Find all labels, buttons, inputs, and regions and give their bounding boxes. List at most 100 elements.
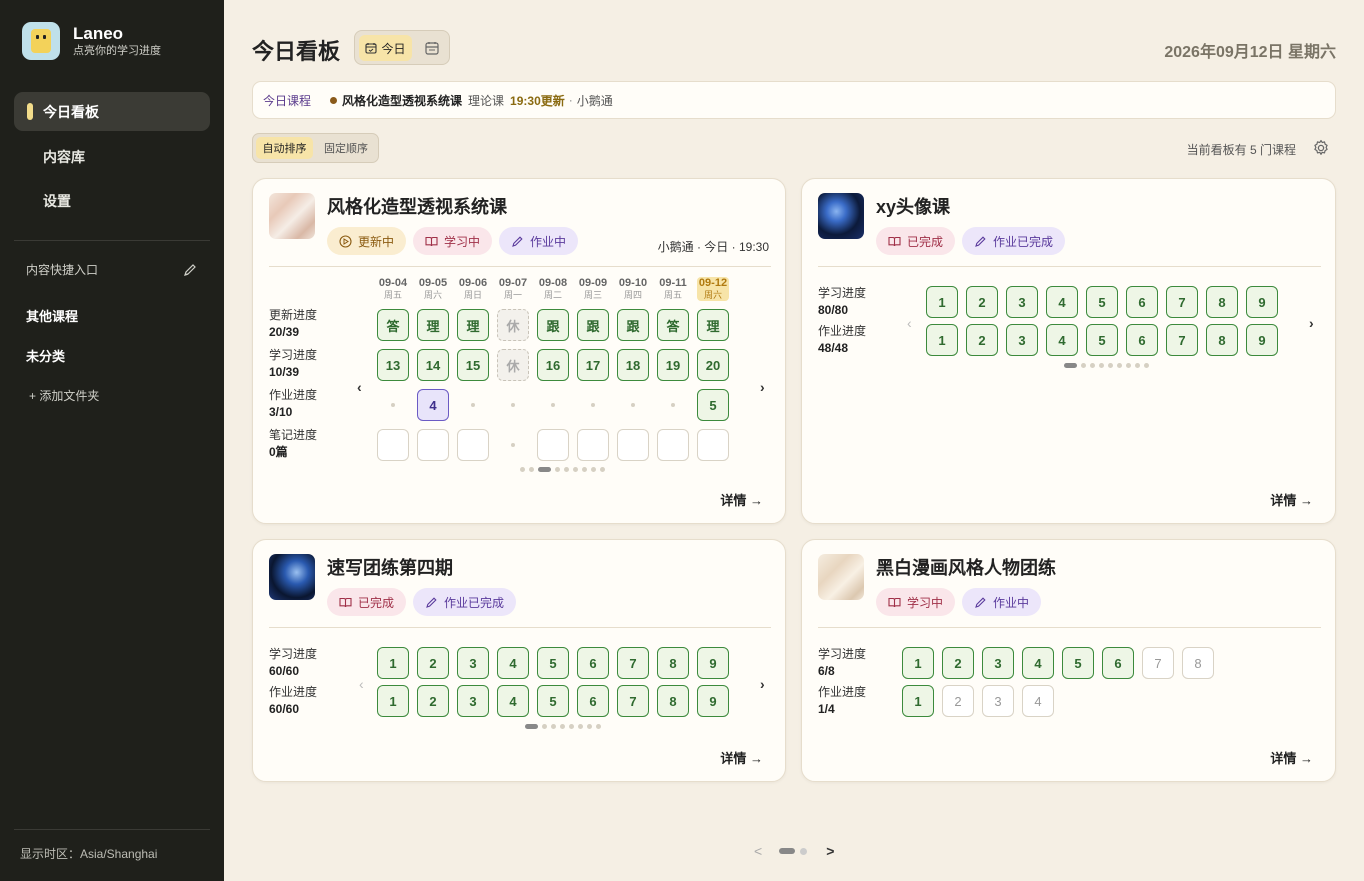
progress-cell[interactable]: 2: [417, 685, 449, 717]
page-dot[interactable]: [542, 724, 547, 729]
progress-cell[interactable]: 4: [497, 685, 529, 717]
progress-cell[interactable]: 8: [1182, 647, 1214, 679]
progress-cell[interactable]: 6: [1126, 324, 1158, 356]
progress-cell[interactable]: 休: [497, 349, 529, 381]
progress-cell[interactable]: [377, 429, 409, 461]
detail-link[interactable]: 详情 →: [720, 490, 763, 509]
page-dot[interactable]: [1126, 363, 1131, 368]
progress-cell[interactable]: 3: [457, 647, 489, 679]
progress-cell[interactable]: 8: [1206, 324, 1238, 356]
page-dot[interactable]: [538, 467, 551, 472]
progress-cell[interactable]: 休: [497, 309, 529, 341]
add-folder-button[interactable]: + 添加文件夹: [29, 387, 99, 404]
page-dot[interactable]: [1064, 363, 1077, 368]
progress-cell[interactable]: 18: [617, 349, 649, 381]
progress-cell[interactable]: 1: [377, 685, 409, 717]
progress-cell[interactable]: 9: [1246, 286, 1278, 318]
progress-cell[interactable]: 6: [1102, 647, 1134, 679]
page-dot[interactable]: [555, 467, 560, 472]
progress-cell[interactable]: 跟: [577, 309, 609, 341]
progress-cell[interactable]: 1: [902, 647, 934, 679]
progress-cell[interactable]: [537, 429, 569, 461]
card-pagination[interactable]: [1064, 363, 1149, 368]
progress-cell[interactable]: 5: [1086, 286, 1118, 318]
detail-link[interactable]: 详情 →: [1270, 490, 1313, 509]
progress-cell[interactable]: [657, 429, 689, 461]
page-dot[interactable]: [800, 847, 808, 855]
progress-cell[interactable]: 跟: [537, 309, 569, 341]
card-pagination[interactable]: [525, 724, 601, 729]
prev-page-button[interactable]: <: [754, 843, 762, 859]
gear-icon[interactable]: [1312, 139, 1330, 157]
prev-arrow[interactable]: ‹: [357, 379, 362, 395]
progress-cell[interactable]: 5: [537, 647, 569, 679]
next-arrow[interactable]: ›: [760, 676, 765, 692]
page-dot[interactable]: [587, 724, 592, 729]
view-today-button[interactable]: 今日: [359, 35, 412, 61]
progress-cell[interactable]: 19: [657, 349, 689, 381]
page-dot[interactable]: [582, 467, 587, 472]
today-course-name[interactable]: 风格化造型透视系统课: [342, 92, 462, 109]
progress-cell[interactable]: 6: [1126, 286, 1158, 318]
progress-cell[interactable]: 7: [617, 647, 649, 679]
progress-cell[interactable]: 8: [657, 685, 689, 717]
page-dot[interactable]: [596, 724, 601, 729]
progress-cell[interactable]: 6: [577, 685, 609, 717]
edit-icon[interactable]: [183, 263, 197, 277]
page-dot[interactable]: [573, 467, 578, 472]
progress-cell[interactable]: 6: [577, 647, 609, 679]
progress-cell[interactable]: [617, 429, 649, 461]
page-dot[interactable]: [520, 467, 525, 472]
page-dot[interactable]: [560, 724, 565, 729]
page-dot-active[interactable]: [779, 848, 796, 854]
progress-cell[interactable]: 3: [1006, 286, 1038, 318]
progress-cell[interactable]: 20: [697, 349, 729, 381]
progress-cell[interactable]: 5: [1062, 647, 1094, 679]
progress-cell[interactable]: 9: [1246, 324, 1278, 356]
progress-cell[interactable]: 15: [457, 349, 489, 381]
next-arrow[interactable]: ›: [760, 379, 765, 395]
page-dot[interactable]: [525, 724, 538, 729]
progress-cell[interactable]: 1: [377, 647, 409, 679]
nav-item-today-board[interactable]: 今日看板: [14, 92, 210, 131]
page-dot[interactable]: [591, 467, 596, 472]
page-dot[interactable]: [529, 467, 534, 472]
progress-cell[interactable]: 5: [1086, 324, 1118, 356]
page-dot[interactable]: [1081, 363, 1086, 368]
progress-cell[interactable]: 7: [617, 685, 649, 717]
progress-cell[interactable]: 16: [537, 349, 569, 381]
progress-cell[interactable]: 4: [1022, 685, 1054, 717]
detail-link[interactable]: 详情 →: [1270, 748, 1313, 767]
progress-cell[interactable]: 9: [697, 647, 729, 679]
progress-cell[interactable]: 5: [537, 685, 569, 717]
nav-item-settings[interactable]: 设置: [14, 181, 210, 220]
progress-cell[interactable]: 3: [457, 685, 489, 717]
prev-arrow[interactable]: ‹: [907, 315, 912, 331]
progress-cell[interactable]: 答: [657, 309, 689, 341]
course-card[interactable]: 速写团练第四期 已完成 作业已完成 学习进度 60/60 1 2 3 4 5 6 7 8 9 作业进度…: [252, 539, 786, 782]
progress-cell[interactable]: 4: [497, 647, 529, 679]
progress-cell[interactable]: [577, 429, 609, 461]
page-dot[interactable]: [1090, 363, 1095, 368]
progress-cell[interactable]: [697, 429, 729, 461]
progress-cell[interactable]: 3: [982, 685, 1014, 717]
progress-cell[interactable]: 理: [417, 309, 449, 341]
progress-cell[interactable]: 7: [1166, 324, 1198, 356]
progress-cell[interactable]: 9: [697, 685, 729, 717]
progress-cell[interactable]: 7: [1142, 647, 1174, 679]
nav-item-content-library[interactable]: 内容库: [14, 137, 210, 176]
progress-cell[interactable]: 4: [1046, 324, 1078, 356]
page-dot[interactable]: [1099, 363, 1104, 368]
course-card[interactable]: xy头像课 已完成 作业已完成 学习进度 80/80 1 2 3 4 5 6 7 8 9 作业进度 48…: [801, 178, 1336, 524]
course-card[interactable]: 黑白漫画风格人物团练 学习中 作业中 学习进度 6/8 1 2 3 4 5 6 7 8 作业进度 1/…: [801, 539, 1336, 782]
progress-cell[interactable]: [417, 429, 449, 461]
brand[interactable]: Laneo 点亮你的学习进度: [22, 22, 161, 60]
page-dot[interactable]: [1135, 363, 1140, 368]
progress-cell[interactable]: 17: [577, 349, 609, 381]
page-dot[interactable]: [551, 724, 556, 729]
progress-cell[interactable]: 4: [417, 389, 449, 421]
sort-fixed-button[interactable]: 固定顺序: [316, 137, 376, 159]
progress-cell[interactable]: 8: [657, 647, 689, 679]
progress-cell[interactable]: 5: [697, 389, 729, 421]
progress-cell[interactable]: 2: [417, 647, 449, 679]
